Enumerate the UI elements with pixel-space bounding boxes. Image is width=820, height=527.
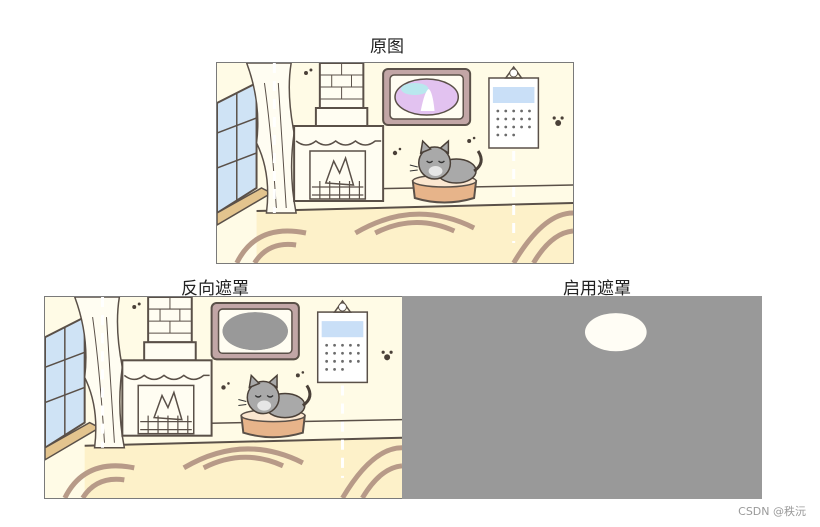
watermark: CSDN @秩沅 — [738, 505, 806, 518]
inverse-mask-image — [44, 296, 403, 499]
enable-mask-scene — [584, 313, 647, 352]
original-image — [216, 62, 574, 264]
original-scene — [217, 63, 573, 263]
inverse-mask-scene — [45, 297, 402, 498]
visible-mirror-region — [584, 313, 647, 352]
original-title: 原图 — [370, 37, 404, 56]
masked-mirror-region — [222, 312, 288, 351]
enable-mask-image — [402, 296, 762, 499]
